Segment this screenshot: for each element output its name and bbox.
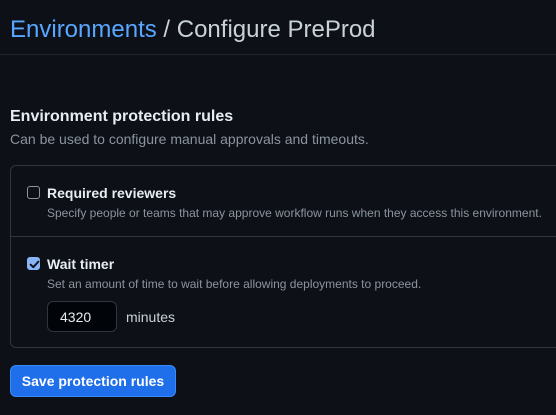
section-title: Environment protection rules: [10, 108, 234, 125]
wait-timer-description: Set an amount of time to wait before all…: [47, 277, 422, 291]
required-reviewers-checkbox[interactable]: [27, 186, 40, 199]
wait-timer-label[interactable]: Wait timer: [47, 255, 114, 273]
breadcrumb-environments-link[interactable]: Environments: [10, 16, 157, 43]
wait-timer-checkbox[interactable]: [27, 257, 40, 270]
required-reviewers-description: Specify people or teams that may approve…: [47, 206, 542, 220]
minutes-unit-label: minutes: [126, 309, 176, 325]
wait-timer-minutes-input[interactable]: [47, 301, 117, 332]
save-protection-rules-button[interactable]: Save protection rules: [10, 365, 176, 397]
breadcrumb-separator: /: [156, 16, 177, 43]
section-description: Can be used to configure manual approval…: [10, 131, 369, 147]
required-reviewers-label[interactable]: Required reviewers: [47, 184, 176, 202]
breadcrumb: Environments / Configure PreProd: [10, 14, 376, 46]
rule-divider: [11, 236, 556, 237]
page-title: Configure PreProd: [176, 16, 376, 43]
header-divider: [0, 54, 556, 55]
checkmark-icon: [29, 260, 40, 269]
